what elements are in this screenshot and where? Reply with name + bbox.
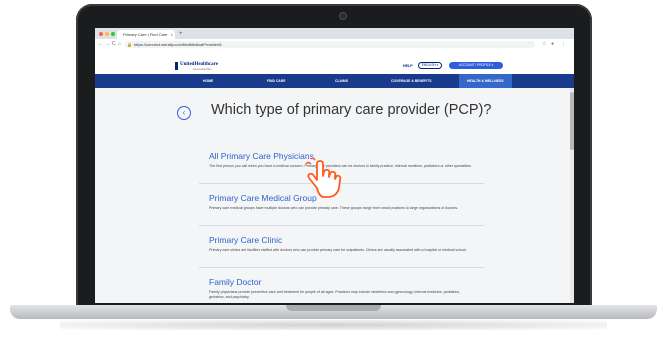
divider bbox=[199, 225, 484, 226]
option-family-doctor[interactable]: Family Doctor Family physicians provide … bbox=[209, 277, 474, 300]
main-nav: HOME FIND CARE CLAIMS COVERAGE & BENEFIT… bbox=[95, 74, 574, 88]
profile-icon[interactable]: ● bbox=[551, 41, 554, 47]
uhc-logo-text: UnitedHealthcare bbox=[180, 62, 218, 67]
url-row: ← → C ⌂ 🔒 https://connect.werally.com/fi… bbox=[95, 39, 574, 49]
site-header: UnitedHealthcare Community Plan HELP ENG… bbox=[95, 58, 574, 74]
browser-tab[interactable]: Primary Care | Find Care × bbox=[117, 30, 175, 39]
lock-icon: 🔒 bbox=[127, 41, 132, 47]
home-icon[interactable]: ⌂ bbox=[118, 41, 121, 47]
uhc-logo-subtitle: Community Plan bbox=[193, 68, 212, 71]
laptop-screen: Primary Care | Find Care × + ← → C ⌂ 🔒 h… bbox=[95, 28, 574, 303]
scrollbar-thumb[interactable] bbox=[570, 92, 574, 150]
option-description: Family physicians provide preventive car… bbox=[209, 290, 461, 299]
option-description: Primary care clinics are facilities staf… bbox=[209, 248, 467, 252]
laptop-frame: Primary Care | Find Care × + ← → C ⌂ 🔒 h… bbox=[0, 0, 667, 354]
address-bar[interactable]: 🔒 https://connect.werally.com/findMedica… bbox=[125, 40, 535, 48]
laptop-notch bbox=[286, 305, 381, 311]
address-url: https://connect.werally.com/findMedicalP… bbox=[134, 41, 222, 47]
tab-close-icon[interactable]: × bbox=[171, 30, 173, 39]
option-title[interactable]: Primary Care Clinic bbox=[209, 235, 474, 245]
new-tab-icon[interactable]: + bbox=[179, 30, 183, 39]
nav-health-wellness[interactable]: HEALTH & WELLNESS bbox=[459, 74, 512, 88]
option-description: Primary care medical groups have multipl… bbox=[209, 206, 459, 210]
forward-arrow-icon[interactable]: → bbox=[105, 41, 110, 47]
nav-find-care[interactable]: FIND CARE bbox=[267, 74, 285, 88]
pointer-hand-icon bbox=[305, 158, 342, 198]
browser-menu-icon[interactable]: ⋮ bbox=[561, 41, 566, 47]
star-icon[interactable]: ☆ bbox=[542, 41, 546, 47]
account-label: ACCOUNT / PROFILE bbox=[458, 63, 491, 67]
back-button[interactable]: ‹ bbox=[177, 106, 191, 120]
option-primary-care-clinic[interactable]: Primary Care Clinic Primary care clinics… bbox=[209, 235, 474, 253]
laptop-shadow bbox=[60, 320, 607, 330]
reload-icon[interactable]: C bbox=[112, 41, 116, 47]
page-title: Which type of primary care provider (PCP… bbox=[211, 102, 492, 118]
minimize-window-icon[interactable] bbox=[105, 32, 109, 36]
back-arrow-icon[interactable]: ← bbox=[98, 41, 103, 47]
tab-title: Primary Care | Find Care bbox=[123, 32, 168, 37]
maximize-window-icon[interactable] bbox=[111, 32, 115, 36]
option-title[interactable]: Family Doctor bbox=[209, 277, 474, 287]
uhc-logo-mark bbox=[175, 62, 178, 70]
language-select[interactable]: ENGLISH ▾ bbox=[418, 62, 442, 69]
nav-home[interactable]: HOME bbox=[203, 74, 213, 88]
account-profile-button[interactable]: ACCOUNT / PROFILE ▾ bbox=[449, 62, 503, 69]
nav-claims[interactable]: CLAIMS bbox=[335, 74, 348, 88]
language-label: ENGLISH bbox=[421, 63, 436, 67]
nav-coverage-benefits[interactable]: COVERAGE & BENEFITS bbox=[391, 74, 432, 88]
divider bbox=[199, 267, 484, 268]
browser-chrome: Primary Care | Find Care × + ← → C ⌂ 🔒 h… bbox=[95, 28, 574, 59]
tab-bar: Primary Care | Find Care × + bbox=[95, 28, 574, 39]
close-window-icon[interactable] bbox=[99, 32, 103, 36]
help-link[interactable]: HELP bbox=[403, 64, 413, 68]
camera-icon bbox=[339, 12, 347, 20]
